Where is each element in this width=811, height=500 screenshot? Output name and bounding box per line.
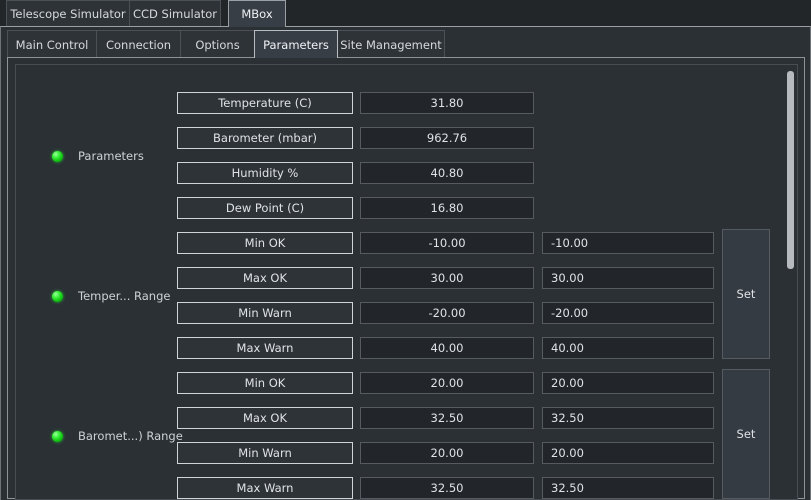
field-label: Barometer (mbar) [177,127,353,149]
current-value-field[interactable]: 32.50 [360,407,534,429]
parameter-row: Max Warn 32.50 32.50 [16,477,784,499]
parameter-row: Dew Point (C) 16.80 [16,197,784,219]
vertical-scrollbar[interactable] [784,65,797,499]
target-value-input[interactable]: 32.50 [542,407,714,429]
field-label: Temperature (C) [177,92,353,114]
device-tab-ccd-simulator[interactable]: CCD Simulator [129,0,221,27]
parameter-row: Max OK 30.00 30.00 [16,267,784,289]
target-value-input[interactable]: 20.00 [542,442,714,464]
device-tab-bar: Telescope Simulator CCD Simulator MBox [0,0,811,27]
target-value-input[interactable]: 30.00 [542,267,714,289]
current-value-field[interactable]: 20.00 [360,372,534,394]
current-value-field[interactable]: -20.00 [360,302,534,324]
tab-connection[interactable]: Connection [96,30,181,58]
status-led-icon [52,290,63,302]
parameter-row: Barometer (mbar) 962.76 [16,127,784,149]
field-label: Max Warn [177,477,353,499]
field-label: Humidity % [177,162,353,184]
field-label: Min Warn [177,302,353,324]
current-value-field[interactable]: 31.80 [360,92,534,114]
parameter-row: Min Warn 20.00 20.00 [16,442,784,464]
group-label: Parameters [78,149,144,163]
status-led-icon [52,430,63,442]
group-label: Baromet...) Range [78,429,183,443]
target-value-input[interactable]: -20.00 [542,302,714,324]
device-tab-panel: Main Control Connection Options Parameters S… [0,26,811,500]
current-value-field[interactable]: 40.00 [360,337,534,359]
parameter-row: Min OK -10.00 -10.00 [16,232,784,254]
field-label: Max OK [177,267,353,289]
status-led-icon [52,150,63,162]
parameter-row: Max Warn 40.00 40.00 [16,337,784,359]
group-header: Temper... Range [52,289,170,303]
parameter-row: Max OK 32.50 32.50 [16,407,784,429]
field-label: Max OK [177,407,353,429]
group-header: Baromet...) Range [52,429,183,443]
scroll-viewport: Temperature (C) 31.80 Barometer (mbar) 962.… [16,65,784,499]
scrollbar-thumb[interactable] [787,71,794,269]
parameters-form: Temperature (C) 31.80 Barometer (mbar) 962.… [16,65,784,499]
parameters-tab-content: Temperature (C) 31.80 Barometer (mbar) 962.… [7,57,805,500]
group-label: Temper... Range [78,289,171,303]
current-value-field[interactable]: 40.80 [360,162,534,184]
field-label: Max Warn [177,337,353,359]
current-value-field[interactable]: 20.00 [360,442,534,464]
device-tab-telescope-simulator[interactable]: Telescope Simulator [6,0,130,27]
current-value-field[interactable]: -10.00 [360,232,534,254]
parameter-row: Min OK 20.00 20.00 [16,372,784,394]
set-button[interactable]: Set [722,229,770,359]
parameter-row: Humidity % 40.80 [16,162,784,184]
set-button[interactable]: Set [722,369,770,499]
target-value-input[interactable]: -10.00 [542,232,714,254]
current-value-field[interactable]: 30.00 [360,267,534,289]
field-label: Dew Point (C) [177,197,353,219]
parameter-row: Temperature (C) 31.80 [16,92,784,114]
field-label: Min OK [177,372,353,394]
tab-options[interactable]: Options [180,30,255,58]
group-header: Parameters [52,149,144,163]
tab-parameters[interactable]: Parameters [254,30,338,58]
current-value-field[interactable]: 962.76 [360,127,534,149]
field-label: Min OK [177,232,353,254]
mbox-parameters-window: Telescope Simulator CCD Simulator MBox Mai… [0,0,811,500]
parameter-row: Min Warn -20.00 -20.00 [16,302,784,324]
tab-main-control[interactable]: Main Control [7,30,97,58]
target-value-input[interactable]: 32.50 [542,477,714,499]
current-value-field[interactable]: 16.80 [360,197,534,219]
parameters-scroll-area: Temperature (C) 31.80 Barometer (mbar) 962.… [15,64,798,500]
current-value-field[interactable]: 32.50 [360,477,534,499]
sub-tab-bar: Main Control Connection Options Parameters S… [7,30,807,58]
device-tab-mbox[interactable]: MBox [228,0,286,27]
tab-site-management[interactable]: Site Management [337,30,445,58]
field-label: Min Warn [177,442,353,464]
target-value-input[interactable]: 40.00 [542,337,714,359]
target-value-input[interactable]: 20.00 [542,372,714,394]
